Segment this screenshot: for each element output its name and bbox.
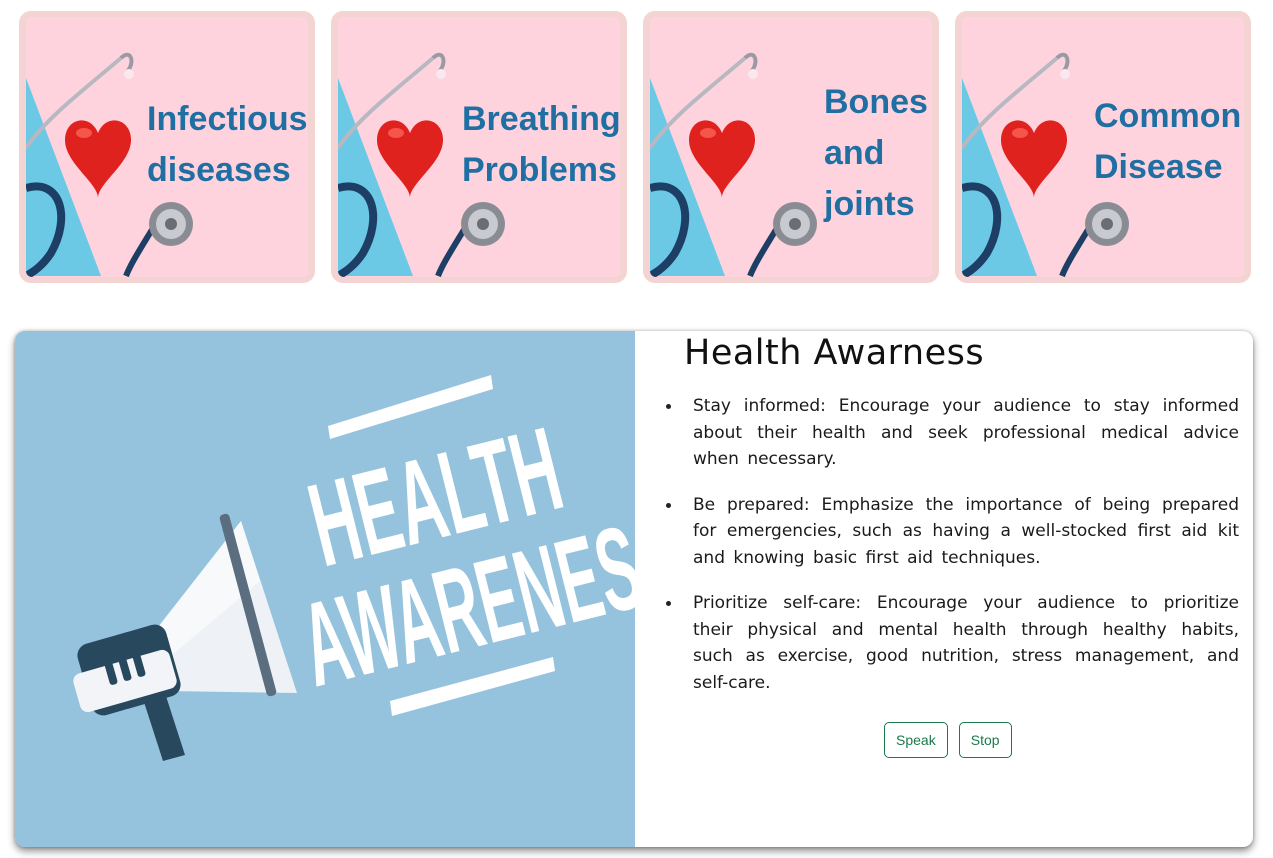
- card-image: Infectious diseases: [26, 17, 308, 277]
- card-label: Breathing Problems: [462, 100, 620, 189]
- megaphone-icon: [73, 513, 297, 761]
- list-item: Stay informed: Encourage your audience t…: [666, 393, 1239, 473]
- card-bones-and-joints[interactable]: Bones and joints: [643, 11, 939, 283]
- card-common-disease[interactable]: Common Disease: [955, 11, 1251, 283]
- health-awareness-image: HEALTH AWARENESS: [15, 331, 635, 847]
- card-infectious-diseases[interactable]: Infectious diseases: [19, 11, 315, 283]
- page-title: Health Awarness: [684, 333, 985, 373]
- card-image: Bones and joints: [650, 17, 932, 277]
- card-label: Infectious diseases: [147, 100, 308, 189]
- list-item: Prioritize self-care: Encourage your aud…: [666, 590, 1239, 696]
- speech-controls: Speak Stop: [884, 722, 1018, 758]
- category-cards: Infectious diseases Breathing Problems B…: [19, 11, 1251, 283]
- card-breathing-problems[interactable]: Breathing Problems: [331, 11, 627, 283]
- card-image: Common Disease: [962, 17, 1244, 277]
- speak-button[interactable]: Speak: [884, 722, 948, 758]
- awareness-content: Health Awarness Stay informed: Encourage…: [635, 331, 1253, 847]
- health-awareness-panel: HEALTH AWARENESS Health Awarness Stay in…: [15, 331, 1253, 847]
- tips-list: Stay informed: Encourage your audience t…: [666, 393, 1239, 715]
- card-image: Breathing Problems: [338, 17, 620, 277]
- stop-button[interactable]: Stop: [958, 722, 1012, 758]
- card-label: Common Disease: [1094, 97, 1242, 186]
- card-label: Bones and joints: [824, 83, 928, 223]
- megaphone-illustration: HEALTH AWARENESS: [73, 375, 635, 761]
- list-item: Be prepared: Emphasize the importance of…: [666, 492, 1239, 572]
